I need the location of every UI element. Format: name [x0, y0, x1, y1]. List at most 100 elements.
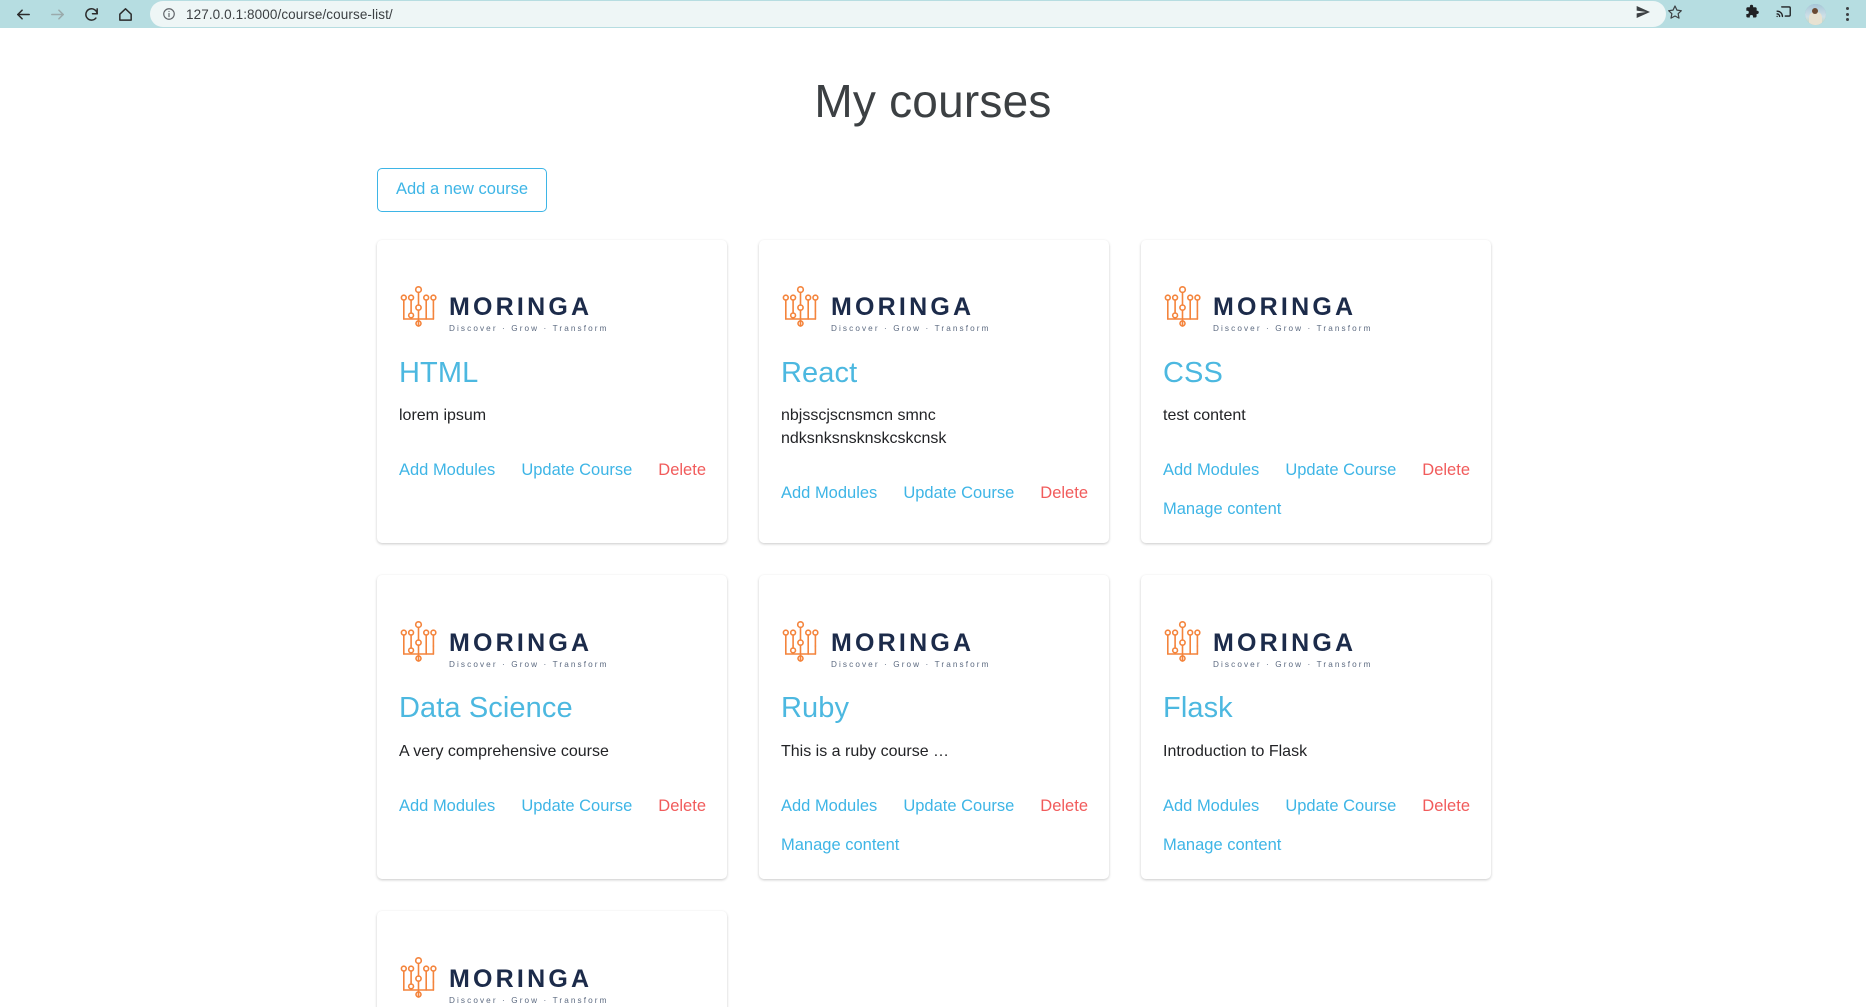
- course-card: MORINGA Discover · Grow · Transform Flask I…: [1141, 575, 1491, 880]
- moringa-logo: MORINGA Discover · Grow · Transform: [781, 620, 1087, 669]
- reload-button[interactable]: [74, 1, 108, 27]
- moringa-logo: MORINGA Discover · Grow · Transform: [399, 956, 705, 1005]
- update-course-link[interactable]: Update Course: [1285, 462, 1396, 479]
- moringa-logo-text: MORINGA Discover · Grow · Transform: [449, 967, 609, 1005]
- course-card: MORINGA Discover · Grow · Transform CSS tes…: [1141, 239, 1491, 544]
- moringa-wordmark: MORINGA: [831, 293, 975, 322]
- course-card: MORINGA Discover · Grow · Transform React n…: [759, 239, 1109, 544]
- course-description: lorem ipsum: [399, 407, 487, 425]
- course-card: MORINGA Discover · Grow · Transform Data S…: [377, 575, 727, 880]
- add-modules-link[interactable]: Add Modules: [399, 798, 495, 815]
- update-course-link[interactable]: Update Course: [521, 462, 632, 479]
- cast-icon: [1775, 3, 1792, 25]
- add-modules-link[interactable]: Add Modules: [399, 462, 495, 479]
- avatar-head: [1811, 7, 1818, 14]
- add-new-course-button[interactable]: Add a new course: [377, 168, 548, 212]
- moringa-circuit-icon: [1163, 620, 1203, 669]
- profile-button[interactable]: [1800, 1, 1830, 27]
- add-modules-link[interactable]: Add Modules: [1163, 462, 1259, 479]
- add-modules-link[interactable]: Add Modules: [1163, 798, 1259, 815]
- update-course-link[interactable]: Update Course: [903, 798, 1014, 815]
- moringa-wordmark: MORINGA: [1213, 293, 1357, 322]
- course-actions-secondary: Manage content: [781, 837, 1087, 854]
- moringa-circuit-icon: [781, 285, 821, 334]
- course-actions: Add Modules Update Course Delete: [399, 462, 706, 479]
- course-actions: Add Modules Update Course Delete: [1163, 798, 1470, 815]
- back-button[interactable]: [6, 1, 40, 27]
- delete-link[interactable]: Delete: [1040, 485, 1088, 502]
- course-card: MORINGA Discover · Grow · Transform HTML lo…: [377, 239, 727, 544]
- moringa-logo: MORINGA Discover · Grow · Transform: [399, 285, 705, 334]
- moringa-logo-text: MORINGA Discover · Grow · Transform: [1213, 631, 1373, 669]
- moringa-circuit-icon: [781, 620, 821, 669]
- moringa-tagline: Discover · Grow · Transform: [831, 660, 991, 670]
- moringa-tagline: Discover · Grow · Transform: [449, 996, 609, 1006]
- delete-link[interactable]: Delete: [1422, 462, 1470, 479]
- moringa-tagline: Discover · Grow · Transform: [1213, 660, 1373, 670]
- course-title[interactable]: React: [781, 357, 1087, 390]
- manage-content-link[interactable]: Manage content: [781, 837, 899, 854]
- moringa-wordmark: MORINGA: [449, 965, 593, 994]
- manage-content-link[interactable]: Manage content: [1163, 501, 1281, 518]
- omnibox-actions: [1628, 0, 1690, 28]
- course-card: MORINGA Discover · Grow · Transform Ruby Th…: [759, 575, 1109, 880]
- course-actions: Add Modules Update Course Delete: [781, 485, 1088, 502]
- chrome-menu-button[interactable]: [1832, 1, 1862, 27]
- moringa-circuit-icon: [399, 285, 439, 334]
- course-title[interactable]: CSS: [1163, 357, 1469, 390]
- home-button[interactable]: [108, 1, 142, 27]
- moringa-logo-text: MORINGA Discover · Grow · Transform: [449, 631, 609, 669]
- course-description: This is a ruby course …: [781, 743, 950, 761]
- address-bar[interactable]: 127.0.0.1:8000/course/course-list/: [150, 1, 1666, 27]
- add-modules-link[interactable]: Add Modules: [781, 485, 877, 502]
- course-description: test content: [1163, 407, 1246, 425]
- forward-arrow-icon: [49, 6, 66, 23]
- extensions-puzzle-icon: [1743, 3, 1760, 25]
- browser-toolbar: 127.0.0.1:8000/course/course-list/: [0, 0, 1866, 28]
- delete-link[interactable]: Delete: [658, 798, 706, 815]
- moringa-logo-text: MORINGA Discover · Grow · Transform: [831, 295, 991, 333]
- bookmark-button[interactable]: [1660, 1, 1690, 27]
- back-arrow-icon: [15, 6, 32, 23]
- extensions-button[interactable]: [1736, 1, 1766, 27]
- moringa-logo: MORINGA Discover · Grow · Transform: [399, 620, 705, 669]
- cast-button[interactable]: [1768, 1, 1798, 27]
- delete-link[interactable]: Delete: [1422, 798, 1470, 815]
- chrome-menu-icon: [1834, 1, 1860, 27]
- moringa-tagline: Discover · Grow · Transform: [831, 324, 991, 334]
- moringa-tagline: Discover · Grow · Transform: [1213, 324, 1373, 334]
- course-card: MORINGA Discover · Grow · Transform: [377, 911, 727, 1007]
- delete-link[interactable]: Delete: [658, 462, 706, 479]
- moringa-wordmark: MORINGA: [1213, 629, 1357, 658]
- site-info-icon[interactable]: [162, 7, 176, 21]
- moringa-logo-text: MORINGA Discover · Grow · Transform: [831, 631, 991, 669]
- moringa-wordmark: MORINGA: [449, 293, 593, 322]
- forward-button[interactable]: [40, 1, 74, 27]
- share-button[interactable]: [1628, 1, 1658, 27]
- course-actions: Add Modules Update Course Delete: [781, 798, 1088, 815]
- update-course-link[interactable]: Update Course: [1285, 798, 1396, 815]
- page-body: My courses Add a new course MORINGA Disco…: [0, 28, 1866, 1007]
- reload-icon: [83, 6, 100, 23]
- course-title[interactable]: Data Science: [399, 692, 705, 725]
- course-title[interactable]: HTML: [399, 357, 705, 390]
- page-title: My courses: [814, 75, 1052, 127]
- course-title[interactable]: Ruby: [781, 692, 1087, 725]
- content-container: Add a new course MORINGA Discover · Grow …: [363, 124, 1503, 1007]
- browser-toolbar-actions: [1736, 0, 1862, 28]
- course-description: Introduction to Flask: [1163, 743, 1308, 761]
- delete-link[interactable]: Delete: [1040, 798, 1088, 815]
- course-description: A very comprehensive course: [399, 743, 609, 761]
- update-course-link[interactable]: Update Course: [903, 485, 1014, 502]
- moringa-circuit-icon: [399, 956, 439, 1005]
- add-modules-link[interactable]: Add Modules: [781, 798, 877, 815]
- moringa-logo: MORINGA Discover · Grow · Transform: [781, 285, 1087, 334]
- moringa-circuit-icon: [399, 620, 439, 669]
- course-actions-secondary: Manage content: [1163, 501, 1469, 518]
- manage-content-link[interactable]: Manage content: [1163, 837, 1281, 854]
- home-icon: [117, 6, 134, 23]
- moringa-logo-text: MORINGA Discover · Grow · Transform: [1213, 295, 1373, 333]
- update-course-link[interactable]: Update Course: [521, 798, 632, 815]
- moringa-logo-text: MORINGA Discover · Grow · Transform: [449, 295, 609, 333]
- course-title[interactable]: Flask: [1163, 692, 1469, 725]
